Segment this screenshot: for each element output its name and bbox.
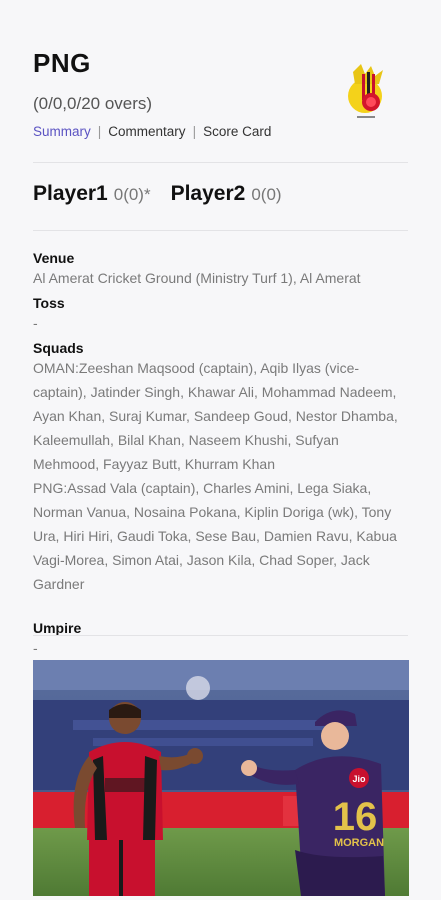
player1-name: Player1: [33, 182, 108, 205]
player2-score: 0(0): [251, 185, 282, 204]
toss-value: -: [33, 315, 38, 331]
venue-label: Venue: [33, 250, 75, 266]
team-title: PNG: [33, 48, 91, 78]
divider: [33, 162, 408, 163]
jersey-brand-text: Jio: [352, 774, 366, 784]
jersey-number-text: 16: [333, 795, 378, 839]
venue-section: Venue Al Amerat Cricket Ground (Ministry…: [33, 250, 413, 290]
match-summary-page: PNG (0/0,0/20 overs) Summary | Commentar…: [0, 0, 441, 900]
player2-name: Player2: [170, 182, 246, 205]
player1-score: 0(0)*: [113, 185, 151, 204]
current-players: Player1 0(0)* Player2 0(0): [33, 182, 282, 206]
umpire-value: -: [33, 640, 38, 656]
cricket-logo-icon: [348, 64, 383, 118]
venue-value: Al Amerat Cricket Ground (Ministry Turf …: [33, 270, 361, 286]
overs-summary: (0/0,0/20 overs): [33, 94, 153, 113]
umpire-section: Umpire -: [33, 620, 413, 660]
match-photo: MAKE YOUR TEAM NOW Jio 16: [33, 660, 409, 896]
jersey-name-text: MORGAN: [334, 837, 384, 849]
tab-bar: Summary | Commentary | Score Card: [33, 124, 271, 139]
tab-separator: |: [192, 124, 197, 139]
tab-separator: |: [97, 124, 102, 139]
squad-png: PNG:Assad Vala (captain), Charles Amini,…: [33, 480, 397, 592]
squad-oman: OMAN:Zeeshan Maqsood (captain), Aqib Ily…: [33, 360, 398, 472]
tab-summary[interactable]: Summary: [33, 124, 91, 139]
divider: [33, 230, 408, 231]
squads-label: Squads: [33, 340, 84, 356]
tab-commentary[interactable]: Commentary: [108, 124, 185, 139]
toss-label: Toss: [33, 295, 65, 311]
divider: [33, 635, 408, 636]
squads-section: Squads OMAN:Zeeshan Maqsood (captain), A…: [33, 340, 413, 596]
umpire-label: Umpire: [33, 620, 82, 636]
toss-section: Toss -: [33, 295, 413, 335]
tab-scorecard[interactable]: Score Card: [203, 124, 271, 139]
